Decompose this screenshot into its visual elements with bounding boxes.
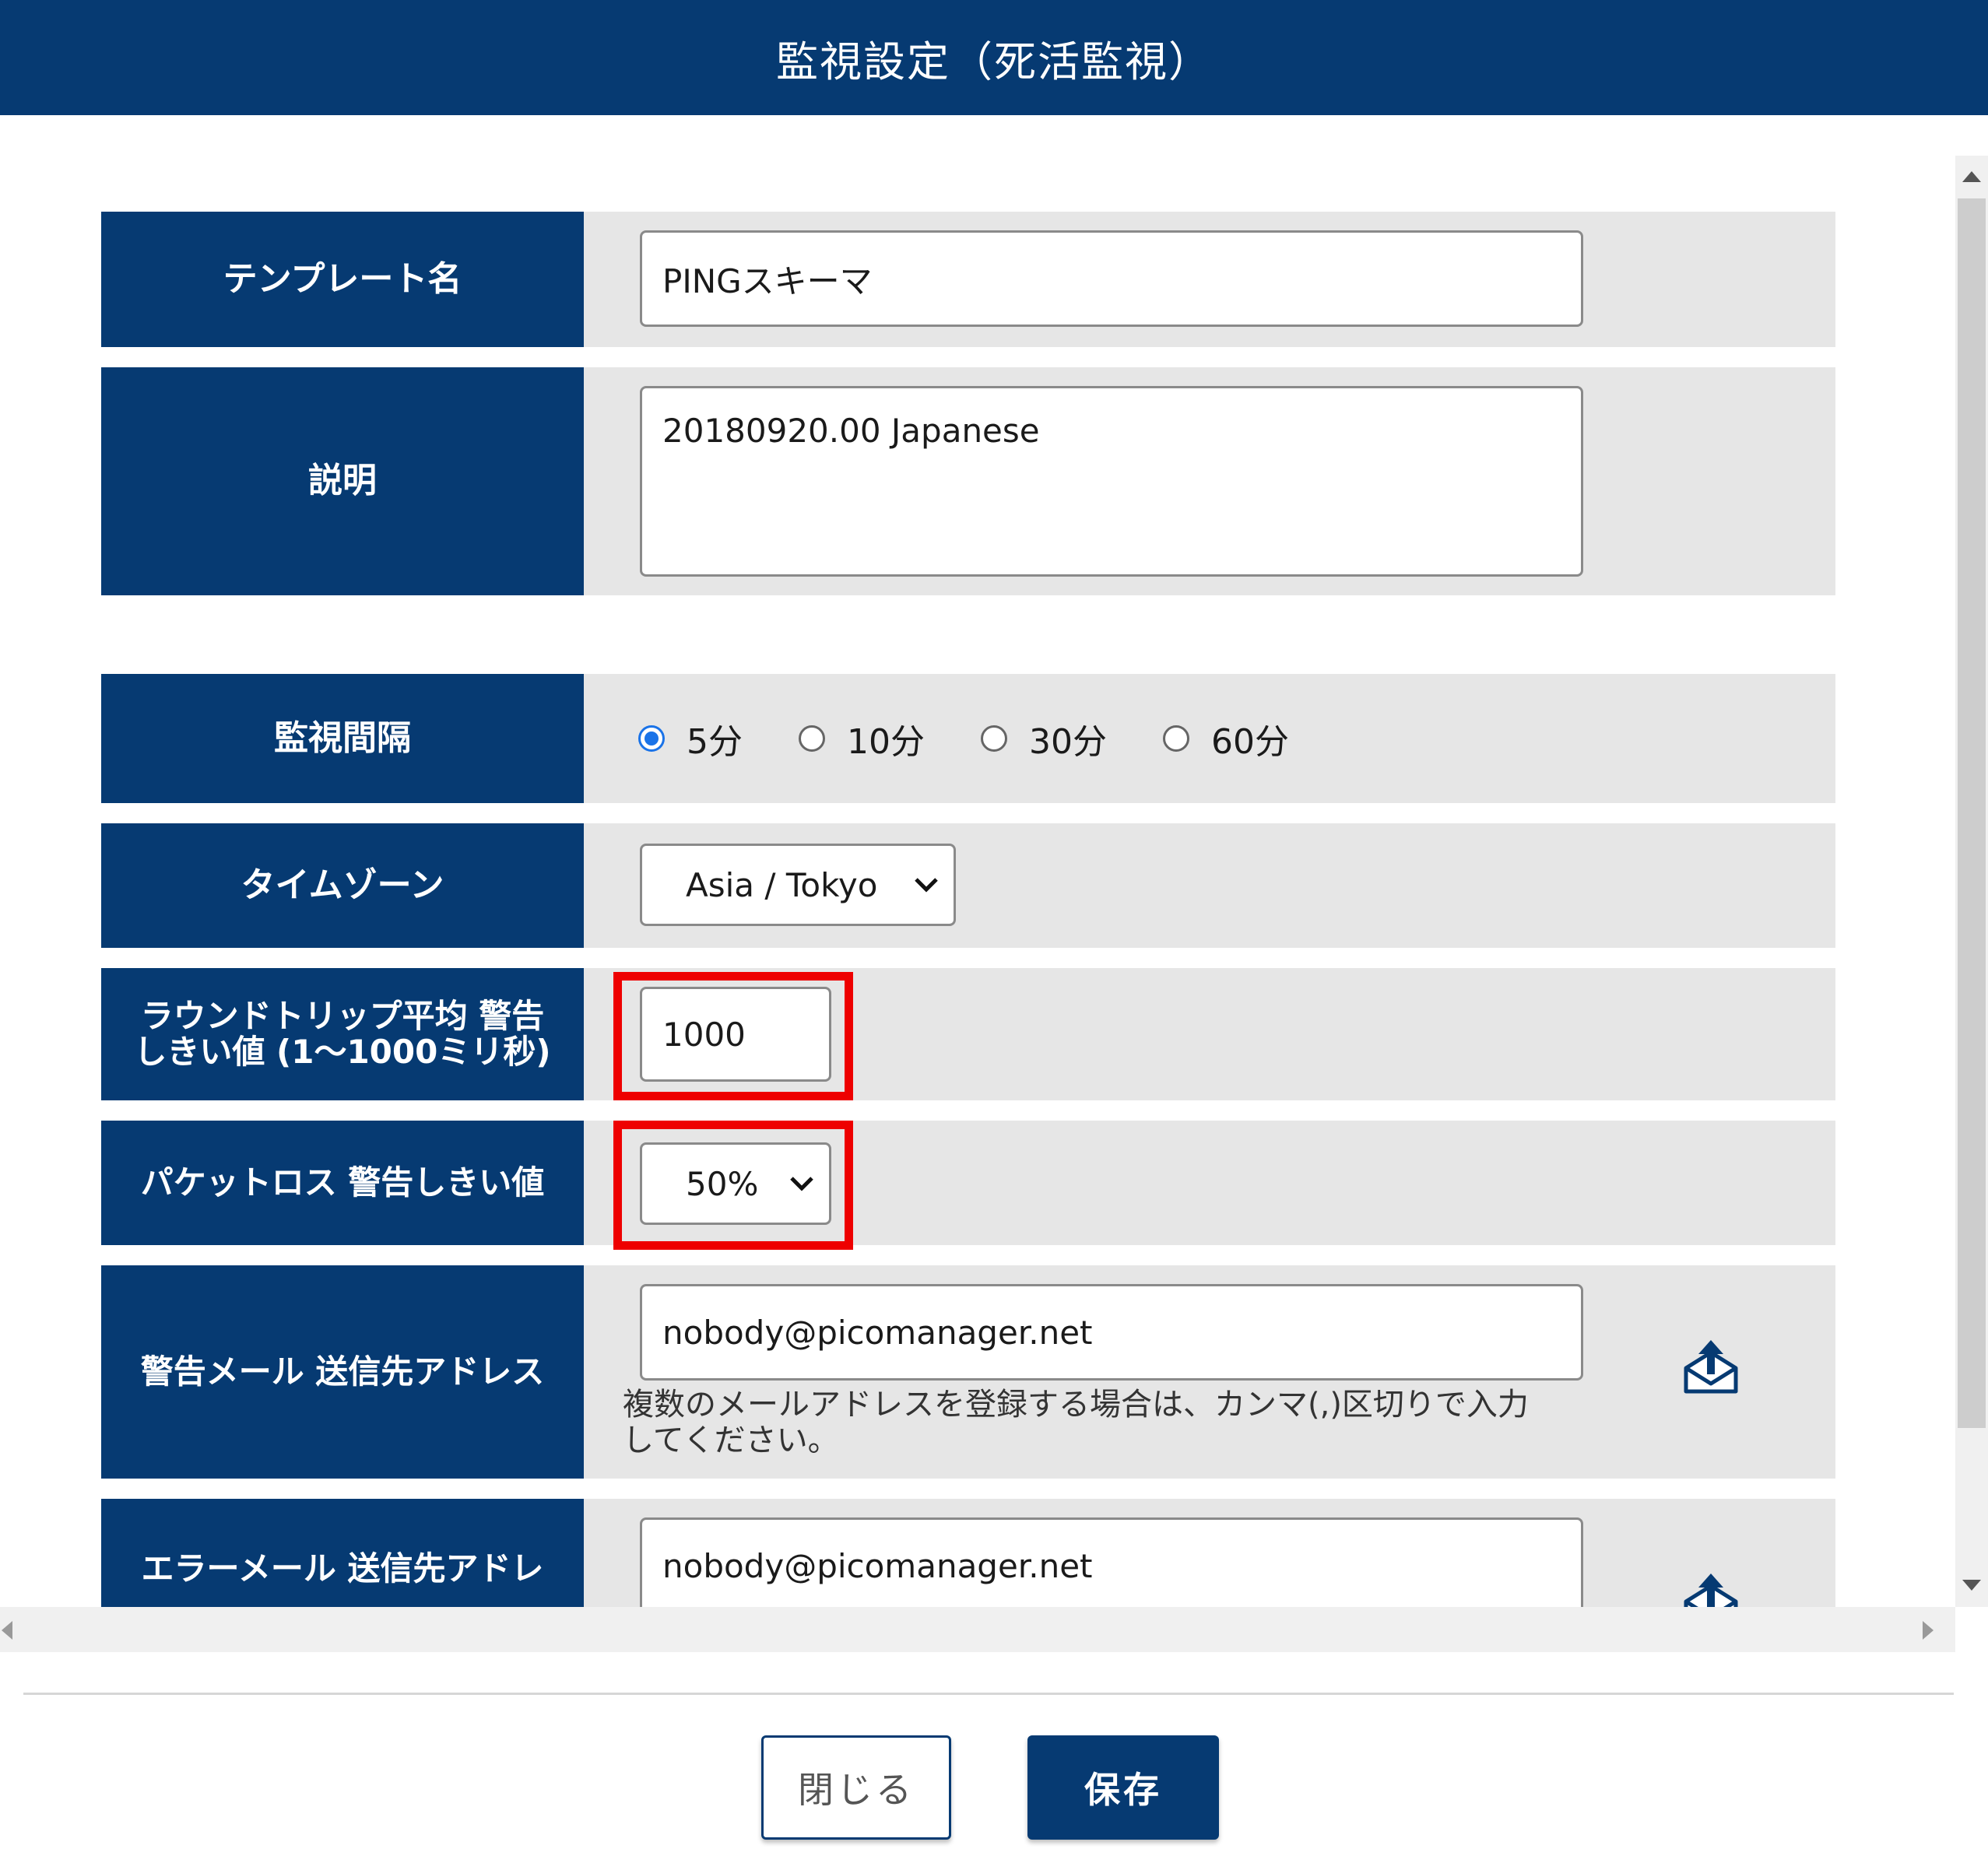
row-template-name: テンプレート名 PINGスキーマ: [101, 212, 1835, 347]
row-description: 説明 20180920.00 Japanese: [101, 367, 1835, 595]
interval-option-label: 30分: [1029, 722, 1107, 762]
highlight-rtt-threshold: [613, 972, 853, 1100]
radio-button[interactable]: [1163, 725, 1189, 752]
save-button[interactable]: 保存: [1027, 1735, 1219, 1840]
interval-option-label: 5分: [687, 722, 743, 762]
radio-button[interactable]: [981, 725, 1007, 752]
error-mail-input[interactable]: nobody@picomanager.net: [640, 1517, 1583, 1607]
warning-mail-label: 警告メール 送信先アドレス: [101, 1265, 584, 1479]
mail-send-icon[interactable]: [1681, 1337, 1740, 1396]
row-rtt-threshold: ラウンドトリップ平均 警告 しきい値 (1～1000ミリ秒) 1000: [101, 968, 1835, 1100]
rtt-threshold-label-line1: ラウンドトリップ平均 警告: [140, 996, 545, 1035]
interval-option-label: 60分: [1211, 722, 1289, 762]
warning-mail-hint-line1: 複数のメールアドレスを登録する場合は、カンマ(,)区切りで入力: [623, 1387, 1529, 1423]
interval-option-label: 10分: [847, 722, 925, 762]
scroll-down-icon[interactable]: [1962, 1580, 1981, 1592]
scroll-up-icon[interactable]: [1962, 170, 1981, 182]
footer-divider: [23, 1693, 1954, 1695]
form-scroll-area[interactable]: テンプレート名 PINGスキーマ 説明 20180920.00 Japanese…: [0, 156, 1988, 1607]
interval-option-30[interactable]: 30分: [981, 714, 1107, 763]
warning-mail-hint: 複数のメールアドレスを登録する場合は、カンマ(,)区切りで入力 してください。: [623, 1387, 1603, 1458]
radio-button-checked[interactable]: [638, 725, 665, 752]
error-mail-label-text: エラーメール 送信先アドレ: [141, 1549, 544, 1588]
description-textarea[interactable]: 20180920.00 Japanese: [640, 386, 1583, 577]
scroll-right-icon[interactable]: [1923, 1621, 1934, 1640]
row-error-mail: エラーメール 送信先アドレ nobody@picomanager.net: [101, 1499, 1835, 1607]
rtt-threshold-label: ラウンドトリップ平均 警告 しきい値 (1～1000ミリ秒): [101, 968, 584, 1100]
row-timezone: タイムゾーン Asia / Tokyo: [101, 823, 1835, 948]
interval-radio-group: 5分 10分 30分 60分: [638, 674, 1345, 803]
warning-mail-input[interactable]: nobody@picomanager.net: [640, 1284, 1583, 1381]
template-name-input[interactable]: PINGスキーマ: [640, 230, 1583, 327]
interval-label: 監視間隔: [101, 674, 584, 803]
vertical-scrollbar[interactable]: [1955, 156, 1988, 1607]
interval-option-60[interactable]: 60分: [1163, 714, 1289, 763]
close-button[interactable]: 閉じる: [761, 1735, 951, 1840]
description-label: 説明: [101, 367, 584, 595]
mail-send-icon[interactable]: [1681, 1570, 1740, 1607]
timezone-value: Asia / Tokyo: [686, 865, 878, 904]
scroll-left-icon[interactable]: [2, 1621, 12, 1640]
row-warning-mail: 警告メール 送信先アドレス nobody@picomanager.net 複数の…: [101, 1265, 1835, 1479]
interval-option-5[interactable]: 5分: [638, 714, 743, 763]
vertical-scroll-thumb[interactable]: [1958, 198, 1986, 1428]
error-mail-label: エラーメール 送信先アドレ: [101, 1499, 584, 1607]
timezone-label: タイムゾーン: [101, 823, 584, 948]
radio-button[interactable]: [799, 725, 825, 752]
dialog-title: 監視設定（死活監視）: [0, 0, 1988, 115]
chevron-down-icon: [915, 878, 938, 893]
horizontal-scrollbar[interactable]: [0, 1607, 1955, 1652]
interval-option-10[interactable]: 10分: [799, 714, 925, 763]
rtt-threshold-label-line2: しきい値 (1～1000ミリ秒): [134, 1033, 551, 1071]
warning-mail-hint-line2: してください。: [623, 1423, 839, 1458]
timezone-select[interactable]: Asia / Tokyo: [640, 844, 956, 926]
packet-loss-label: パケットロス 警告しきい値: [101, 1121, 584, 1245]
row-packet-loss: パケットロス 警告しきい値 50%: [101, 1121, 1835, 1245]
template-name-label: テンプレート名: [101, 212, 584, 347]
highlight-packet-loss: [613, 1121, 853, 1250]
row-interval: 監視間隔 5分 10分 30分 60分: [101, 674, 1835, 803]
